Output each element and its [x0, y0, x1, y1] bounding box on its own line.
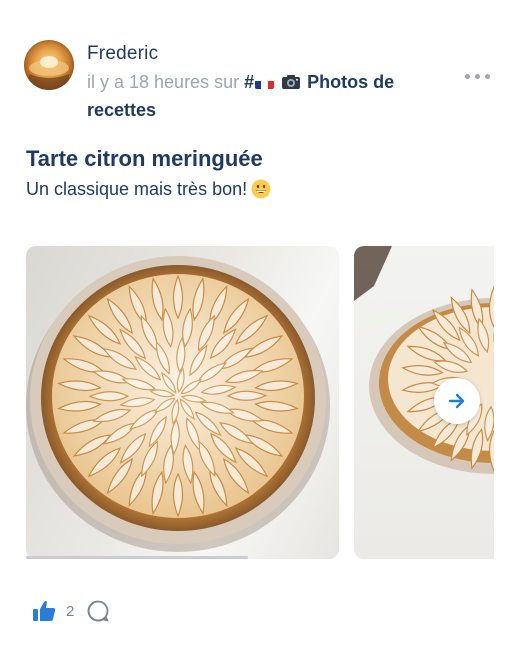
carousel-next-button[interactable] — [434, 378, 480, 424]
camera-icon — [282, 75, 301, 89]
post-meta: il y a 18 heures sur # Photos de recettes — [87, 68, 447, 124]
post-actions: 2 — [32, 598, 110, 624]
like-button[interactable]: 2 — [32, 600, 74, 622]
more-options-button[interactable] — [465, 74, 490, 79]
post-time: il y a 18 heures sur — [87, 72, 240, 92]
carousel-photo[interactable] — [26, 246, 339, 559]
post-title: Tarte citron meringuée — [26, 146, 263, 171]
grinning-face-emoji — [251, 179, 271, 199]
photo-carousel[interactable] — [26, 246, 494, 559]
like-count: 2 — [66, 602, 75, 620]
comment-button[interactable] — [86, 599, 110, 623]
post-description: Un classique mais très bon! — [26, 179, 271, 200]
post-description-text: Un classique mais très bon! — [26, 179, 248, 199]
arrow-right-icon — [448, 393, 465, 409]
more-dots-icon — [465, 74, 470, 79]
avatar[interactable] — [24, 40, 74, 90]
france-flag-icon — [255, 75, 275, 89]
thumbs-up-icon — [33, 601, 56, 621]
carousel-progress — [26, 556, 248, 559]
post-header: Frederic il y a 18 heures sur # Photos de… — [24, 38, 496, 120]
group-prefix: # — [244, 72, 255, 92]
comment-bubble-icon — [87, 600, 109, 622]
author-name[interactable]: Frederic — [87, 43, 158, 65]
